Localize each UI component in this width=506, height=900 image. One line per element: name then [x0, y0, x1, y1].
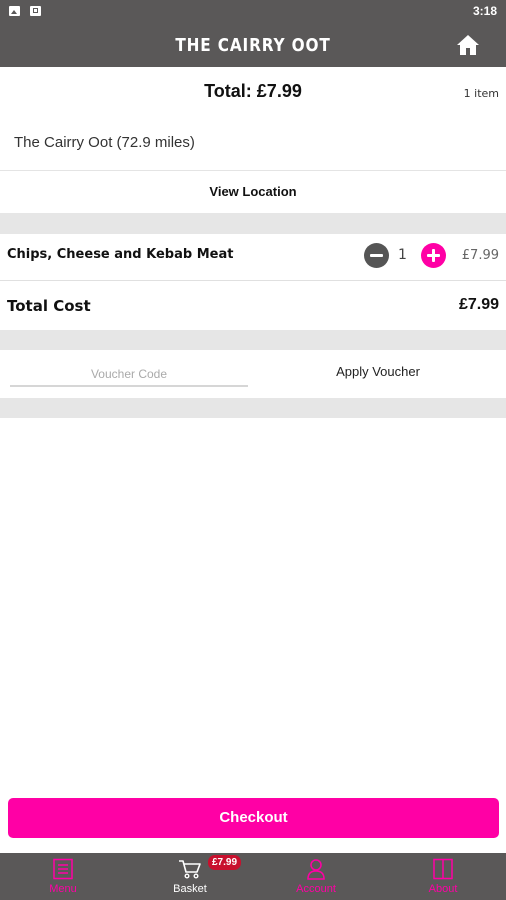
section-divider: [0, 398, 506, 418]
menu-book-icon: [53, 858, 73, 880]
total-cost-label: Total Cost: [7, 297, 91, 315]
tab-about[interactable]: About: [380, 853, 506, 900]
app-notification-icon: [30, 6, 41, 16]
order-summary: Total: £7.99 1 item: [0, 67, 506, 119]
voucher-code-input[interactable]: [10, 363, 248, 387]
increase-quantity-button[interactable]: [421, 243, 446, 268]
view-location-button[interactable]: View Location: [0, 170, 506, 213]
home-button[interactable]: [456, 34, 480, 56]
total-cost-value: £7.99: [458, 296, 499, 313]
item-count: 1 item: [463, 87, 499, 100]
person-icon: [307, 859, 325, 880]
bottom-tab-bar: Menu Basket £7.99 Account About: [0, 853, 506, 900]
tab-account[interactable]: Account: [253, 853, 379, 900]
item-quantity: 1: [398, 247, 407, 263]
apply-voucher-button[interactable]: Apply Voucher: [300, 364, 456, 379]
item-name: Chips, Cheese and Kebab Meat: [7, 247, 234, 262]
order-total: Total: £7.99: [204, 81, 302, 101]
cart-icon: [179, 860, 201, 879]
page-title: THE CAIRRY OOT: [175, 35, 331, 56]
home-icon: [457, 35, 479, 55]
checkout-button[interactable]: Checkout: [8, 798, 499, 838]
item-price: £7.99: [461, 248, 499, 263]
status-time: 3:18: [472, 4, 497, 18]
voucher-row: Apply Voucher: [0, 350, 506, 398]
status-bar: 3:18: [0, 0, 506, 24]
tab-basket-label: Basket: [173, 883, 207, 895]
shop-name-distance: The Cairry Oot (72.9 miles): [14, 134, 195, 151]
total-cost-row: Total Cost £7.99: [0, 281, 506, 330]
tab-menu[interactable]: Menu: [0, 853, 126, 900]
tab-menu-label: Menu: [49, 883, 77, 895]
tab-about-label: About: [428, 883, 458, 895]
app-bar: THE CAIRRY OOT: [0, 24, 506, 67]
basket-total-badge: £7.99: [208, 855, 242, 870]
basket-item: Chips, Cheese and Kebab Meat 1 £7.99: [0, 234, 506, 281]
section-divider: [0, 330, 506, 350]
tab-account-label: Account: [296, 883, 336, 895]
section-divider: [0, 213, 506, 234]
info-book-icon: [433, 858, 453, 880]
decrease-quantity-button[interactable]: [364, 243, 389, 268]
image-notification-icon: [9, 6, 20, 16]
